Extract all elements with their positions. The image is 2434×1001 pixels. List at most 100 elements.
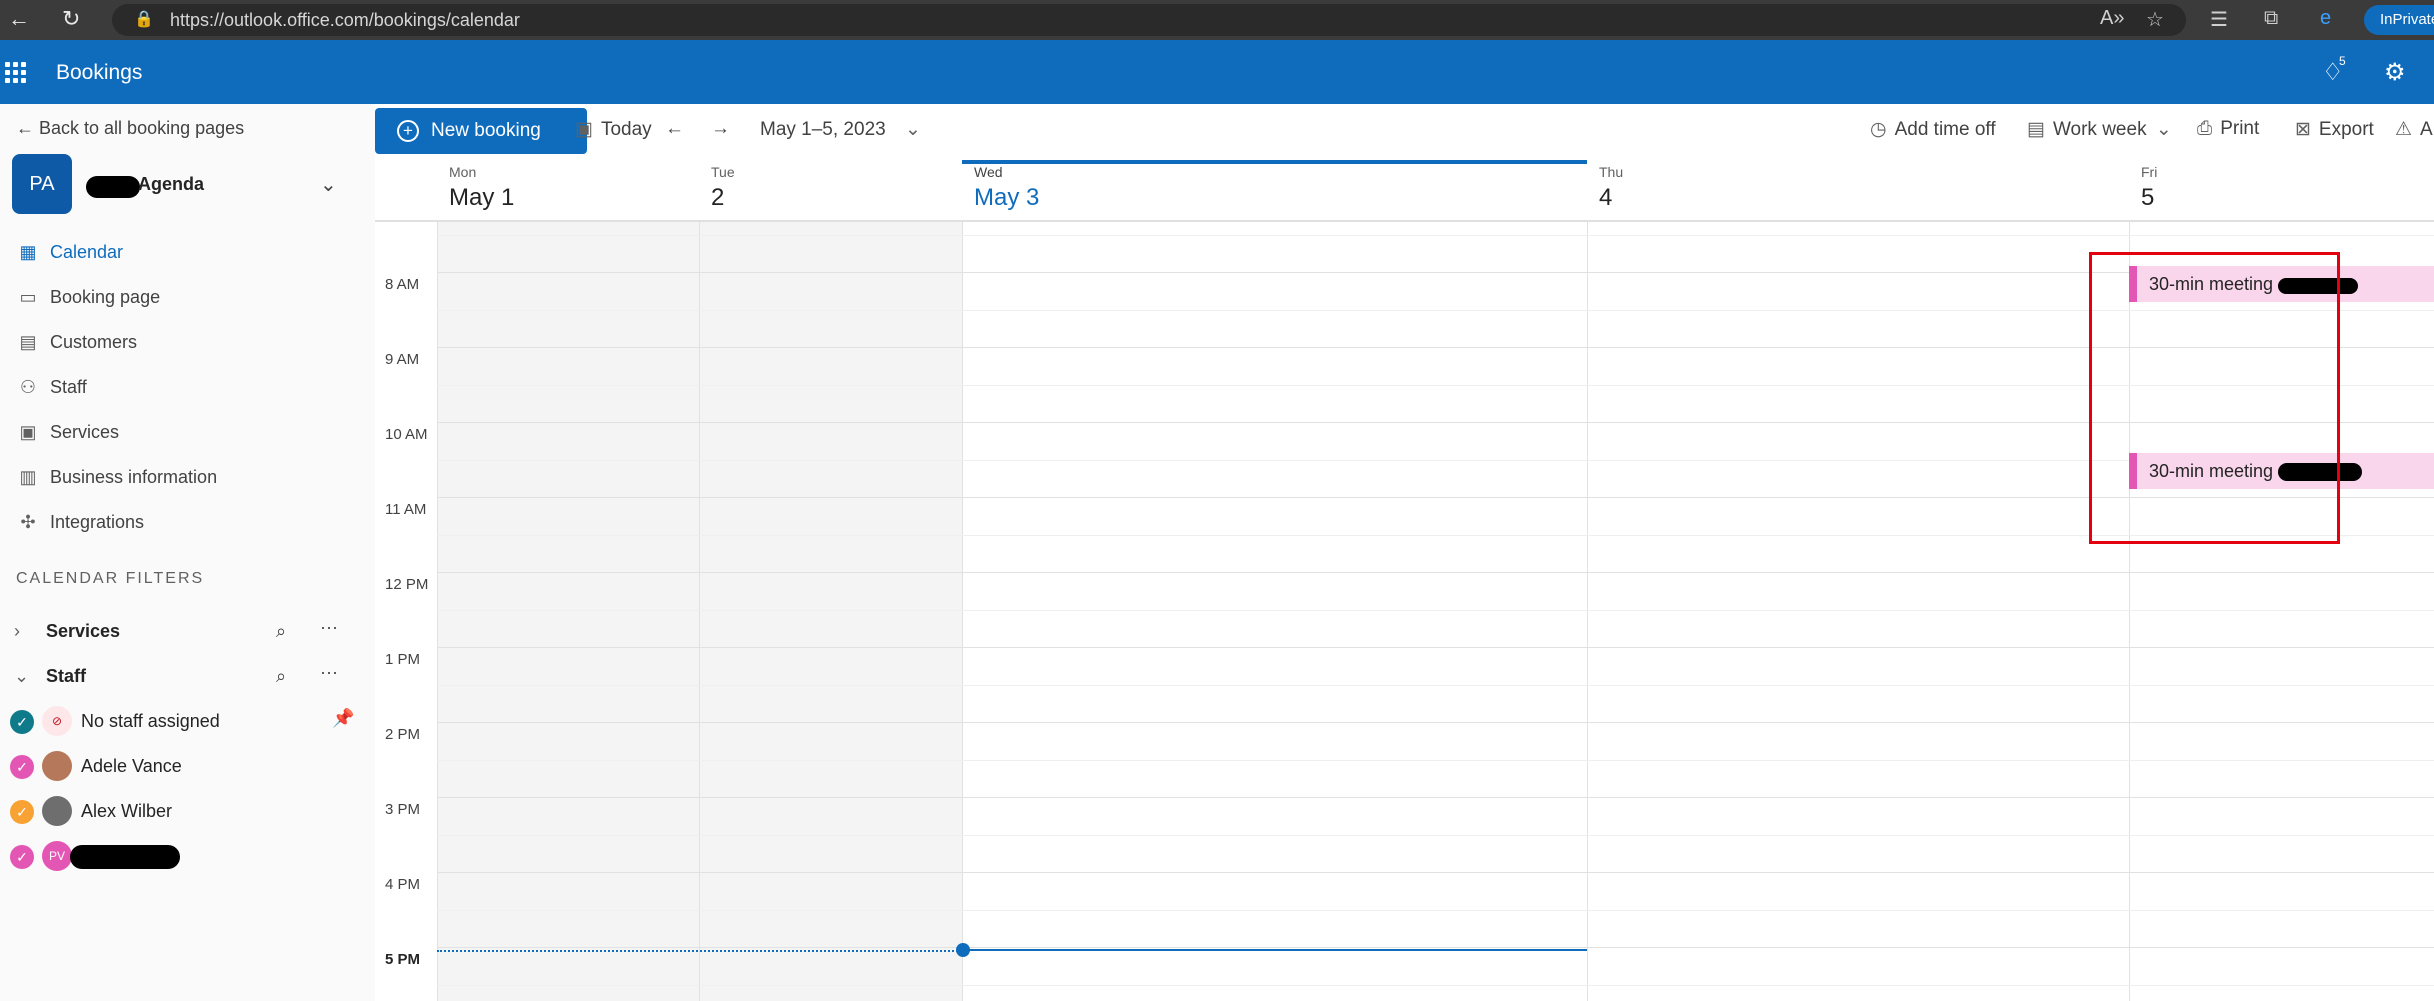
back-arrow-icon: ← xyxy=(16,118,40,138)
favorites-icon[interactable]: ☰ xyxy=(2210,7,2228,32)
chevron-down-icon: ⌄ xyxy=(904,119,921,140)
day-column-thu[interactable] xyxy=(1587,222,2130,1001)
next-week-arrow-icon[interactable]: → xyxy=(711,118,730,140)
nav-item-services[interactable]: ▣ Services xyxy=(16,422,119,443)
read-aloud-icon[interactable]: A» xyxy=(2100,7,2124,30)
left-navigation: ← Back to all booking pages PA Agenda ⌄ … xyxy=(0,104,375,1001)
nav-item-customers[interactable]: ▤ Customers xyxy=(16,332,137,353)
collections-icon[interactable]: ⧉ xyxy=(2264,7,2278,30)
monitor-icon: ▭ xyxy=(19,287,37,307)
lock-icon: 🔒 xyxy=(134,11,154,28)
half-hour-line xyxy=(437,684,2434,686)
day-column-wed[interactable] xyxy=(962,222,1588,1001)
app-launcher-icon[interactable] xyxy=(5,62,27,84)
refresh-icon[interactable]: ↻ xyxy=(62,6,80,32)
command-bar: + New booking ▣ Today ← → May 1–5, 2023 ⌄… xyxy=(375,104,2434,160)
highlight-box xyxy=(2089,252,2340,544)
half-hour-line xyxy=(437,834,2434,836)
checkbox-checked-icon[interactable]: ✓ xyxy=(10,800,34,824)
search-icon[interactable]: ⌕ xyxy=(276,621,286,642)
more-commands-button[interactable]: ⚠ A xyxy=(2395,118,2433,141)
day-header[interactable]: Fri 5 xyxy=(2129,160,2434,220)
checkbox-checked-icon[interactable]: ✓ xyxy=(10,755,34,779)
edge-icon[interactable]: e xyxy=(2320,7,2331,30)
more-options-icon[interactable]: ··· xyxy=(320,662,338,683)
back-to-booking-pages-link[interactable]: ← Back to all booking pages xyxy=(16,118,244,139)
nav-item-integrations[interactable]: ✣ Integrations xyxy=(16,512,144,533)
current-time-line xyxy=(962,949,1587,951)
time-gutter: 8 AM 9 AM 10 AM 11 AM 12 PM 1 PM 2 PM 3 … xyxy=(375,222,437,1001)
time-label: 2 PM xyxy=(385,726,421,743)
no-staff-icon: ⊘ xyxy=(42,706,72,736)
browser-toolbar: ← ↻ 🔒 https://outlook.office.com/booking… xyxy=(0,0,2434,40)
calendar-today-icon: ▣ xyxy=(575,119,593,140)
business-name[interactable]: Agenda xyxy=(138,174,204,195)
half-hour-line xyxy=(437,609,2434,611)
today-button[interactable]: ▣ Today xyxy=(575,118,652,141)
export-button[interactable]: ⊠ Export xyxy=(2295,118,2374,141)
printer-icon: ⎙ xyxy=(2197,118,2213,139)
time-label: 9 AM xyxy=(385,351,420,368)
pin-icon[interactable]: 📌 xyxy=(332,708,354,729)
filter-staff[interactable]: ⌄ Staff xyxy=(14,666,86,687)
day-column-tue[interactable] xyxy=(699,222,963,1001)
new-booking-button[interactable]: + New booking xyxy=(375,108,587,154)
calendar-week-icon: ▤ xyxy=(2027,119,2045,140)
add-favorite-icon[interactable]: ☆ xyxy=(2146,7,2164,32)
notification-count: 5 xyxy=(2339,54,2346,68)
hour-line xyxy=(437,947,2434,948)
app-header: Bookings ♢ 5 ⚙ xyxy=(0,40,2434,104)
add-time-off-button[interactable]: ◷ Add time off xyxy=(1870,118,1996,141)
avatar: PV xyxy=(42,841,72,871)
calendar-icon: ▦ xyxy=(19,242,37,262)
date-range-picker[interactable]: May 1–5, 2023 ⌄ xyxy=(760,118,921,141)
avatar xyxy=(42,796,72,826)
nav-item-booking-page[interactable]: ▭ Booking page xyxy=(16,287,160,308)
view-switcher[interactable]: ▤ Work week ⌄ xyxy=(2027,118,2172,141)
day-header-today[interactable]: Wed May 3 xyxy=(962,160,1587,220)
back-arrow-icon[interactable]: ← xyxy=(8,6,30,32)
half-hour-line xyxy=(437,234,2434,236)
filter-services[interactable]: › Services xyxy=(14,621,120,642)
time-label: 1 PM xyxy=(385,651,421,668)
inprivate-badge[interactable]: InPrivate xyxy=(2364,5,2434,35)
calendar-filters-heading: CALENDAR FILTERS xyxy=(16,570,205,587)
integrations-icon: ✣ xyxy=(20,512,36,532)
redacted-text xyxy=(86,176,140,198)
previous-week-arrow-icon[interactable]: ← xyxy=(665,118,684,140)
app-title: Bookings xyxy=(56,61,143,84)
current-time-dot xyxy=(956,943,970,957)
chevron-down-icon[interactable]: ⌄ xyxy=(320,172,337,197)
search-icon[interactable]: ⌕ xyxy=(276,666,286,687)
day-header[interactable]: Tue 2 xyxy=(699,160,962,220)
time-label: 3 PM xyxy=(385,801,421,818)
url-text: https://outlook.office.com/bookings/cale… xyxy=(170,10,520,30)
header-divider xyxy=(375,220,2434,222)
nav-item-business-information[interactable]: ▥ Business information xyxy=(16,467,217,488)
redacted-text xyxy=(70,845,180,869)
chevron-right-icon: › xyxy=(14,621,20,641)
excel-icon: ⊠ xyxy=(2295,119,2311,140)
nav-item-calendar[interactable]: ▦ Calendar xyxy=(16,242,123,263)
avatar xyxy=(42,751,72,781)
half-hour-line xyxy=(437,909,2434,911)
day-header[interactable]: Thu 4 xyxy=(1587,160,2129,220)
checkbox-checked-icon[interactable]: ✓ xyxy=(10,710,34,734)
time-label: 8 AM xyxy=(385,276,420,293)
day-header[interactable]: Mon May 1 xyxy=(437,160,699,220)
time-label: 10 AM xyxy=(385,426,428,443)
warning-icon: ⚠ xyxy=(2395,119,2413,140)
gear-icon[interactable]: ⚙ xyxy=(2384,58,2406,87)
time-label: 4 PM xyxy=(385,876,421,893)
nav-item-staff[interactable]: ⚇ Staff xyxy=(16,377,87,398)
hour-line xyxy=(437,572,2434,573)
hour-line xyxy=(437,872,2434,873)
print-button[interactable]: ⎙ Print xyxy=(2197,118,2259,140)
checkbox-checked-icon[interactable]: ✓ xyxy=(10,845,34,869)
address-bar[interactable]: 🔒 https://outlook.office.com/bookings/ca… xyxy=(112,4,2186,36)
more-options-icon[interactable]: ··· xyxy=(320,617,338,638)
hour-line xyxy=(437,722,2434,723)
chevron-down-icon: ⌄ xyxy=(14,666,30,686)
calendar-grid: 8 AM 9 AM 10 AM 11 AM 12 PM 1 PM 2 PM 3 … xyxy=(375,160,2434,1001)
day-column-mon[interactable] xyxy=(437,222,700,1001)
